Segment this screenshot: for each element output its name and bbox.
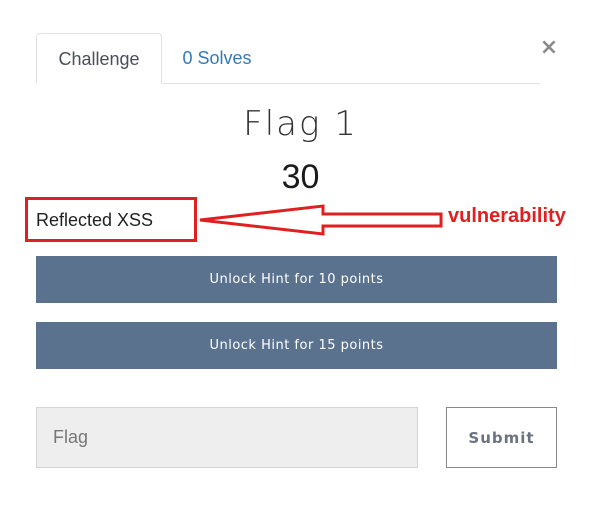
unlock-hint-button-1[interactable]: Unlock Hint for 10 points xyxy=(36,256,557,303)
unlock-hint-button-2[interactable]: Unlock Hint for 15 points xyxy=(36,322,557,369)
close-button[interactable]: × xyxy=(537,35,561,61)
submit-button[interactable]: Submit xyxy=(446,407,557,468)
challenge-value: 30 xyxy=(281,158,320,196)
challenge-modal: Challenge 0 Solves × Flag 1 30 Reflected… xyxy=(0,0,601,518)
challenge-tabs: Challenge 0 Solves xyxy=(36,33,540,84)
annotation-label: vulnerability xyxy=(448,205,566,227)
flag-input[interactable] xyxy=(36,407,418,468)
close-icon: × xyxy=(539,35,559,60)
annotation-highlight-box xyxy=(25,197,197,242)
annotation-arrow xyxy=(199,204,443,236)
tab-challenge[interactable]: Challenge xyxy=(36,33,162,84)
tab-solves[interactable]: 0 Solves xyxy=(167,33,267,84)
challenge-name: Flag 1 xyxy=(243,104,358,144)
